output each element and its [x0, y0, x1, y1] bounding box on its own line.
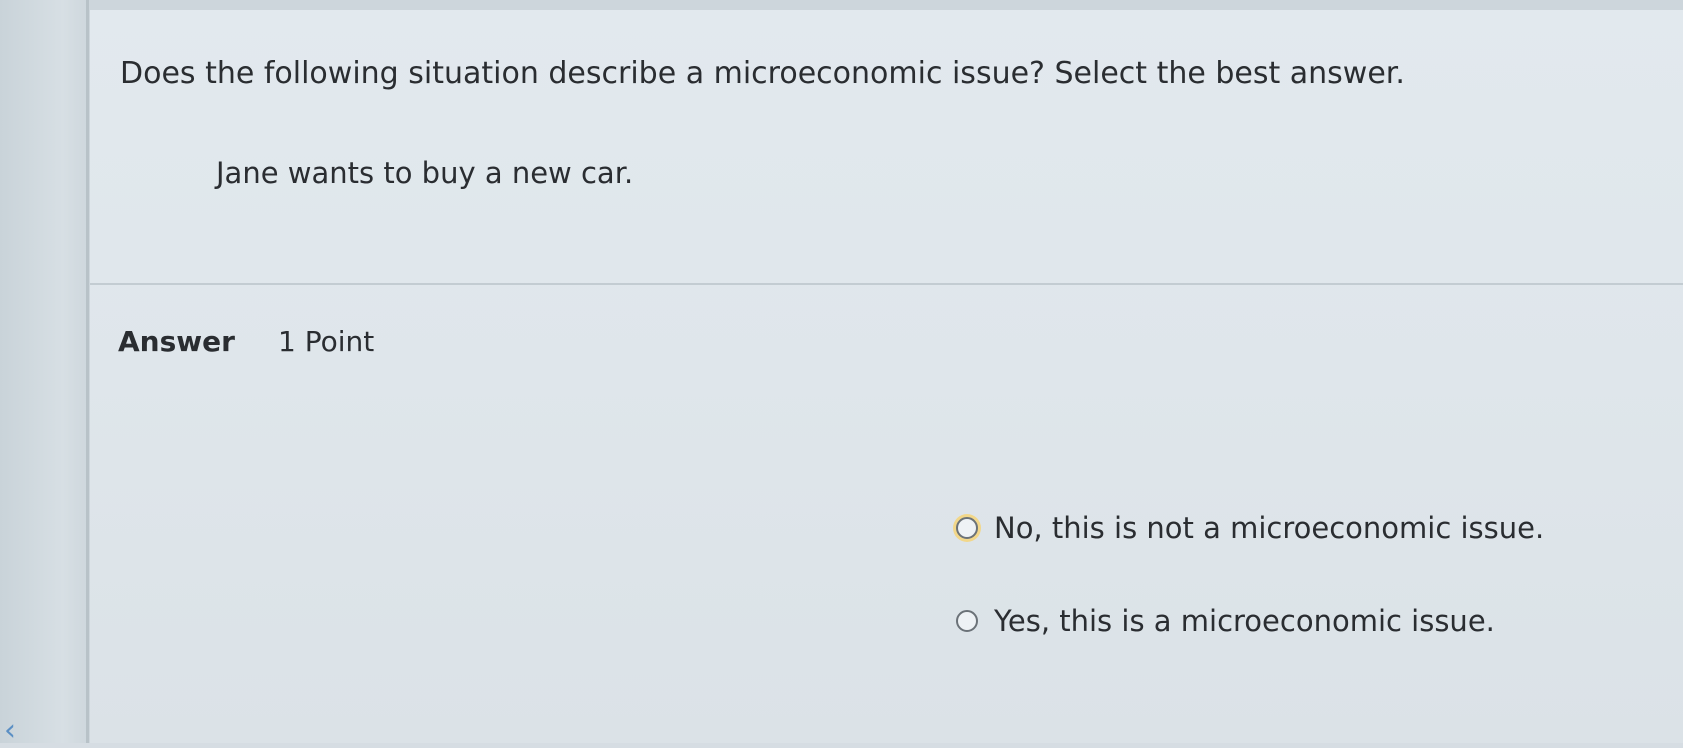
- answer-option-label: No, this is not a microeconomic issue.: [994, 511, 1545, 545]
- radio-button-yes[interactable]: [956, 610, 978, 632]
- section-divider: [90, 283, 1683, 285]
- radio-button-no[interactable]: [956, 517, 978, 539]
- left-rail: ‹: [0, 0, 90, 746]
- answer-option-label: Yes, this is a microeconomic issue.: [994, 604, 1495, 638]
- answer-option-yes[interactable]: Yes, this is a microeconomic issue.: [956, 600, 1495, 642]
- rail-divider: [86, 0, 89, 743]
- question-card: Does the following situation describe a …: [90, 0, 1683, 743]
- question-scenario: Jane wants to buy a new car.: [216, 156, 634, 190]
- card-top-strip: [90, 0, 1683, 10]
- answer-option-no[interactable]: No, this is not a microeconomic issue.: [956, 507, 1544, 549]
- answer-heading: Answer: [118, 325, 235, 358]
- points-value: 1 Point: [278, 325, 375, 358]
- chevron-left-icon[interactable]: ‹: [4, 716, 44, 746]
- question-prompt: Does the following situation describe a …: [120, 56, 1405, 91]
